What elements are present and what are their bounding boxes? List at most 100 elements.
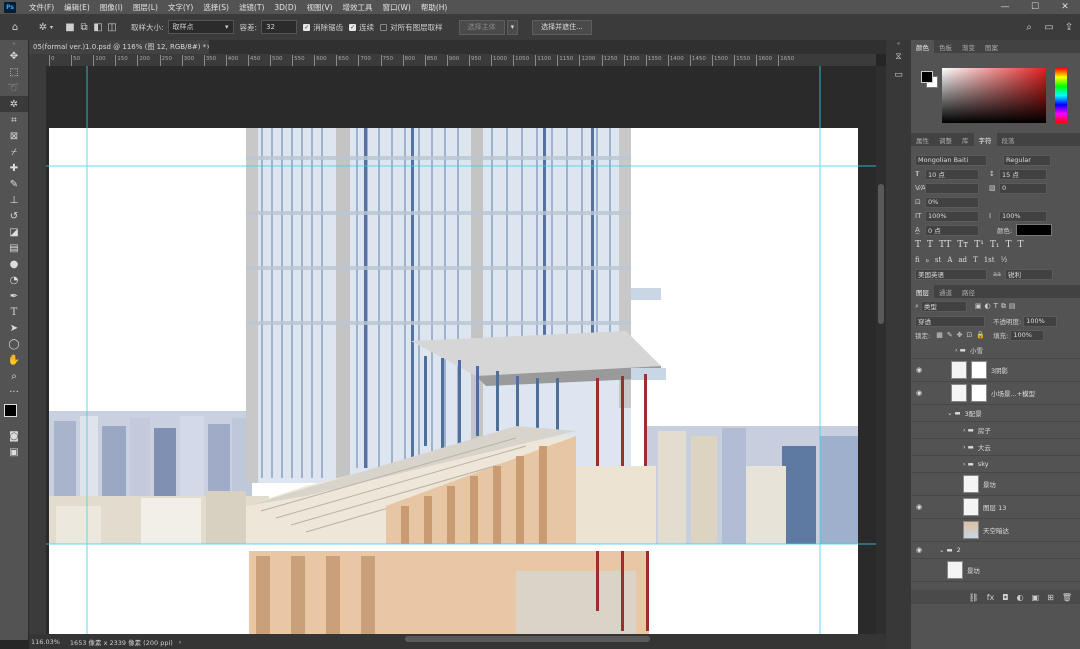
intersect-selection-icon[interactable]: ◫ [105, 20, 119, 34]
subtract-selection-icon[interactable]: ◧ [91, 20, 105, 34]
layer-row[interactable]: ◉ 小场景...+模型 [911, 382, 1080, 405]
menu-filter[interactable]: 滤镜(T) [234, 2, 269, 13]
layer-group-row[interactable]: › ▬ sky [911, 456, 1080, 473]
contiguous-checkbox[interactable]: ✓ [349, 23, 357, 31]
menu-help[interactable]: 帮助(H) [416, 2, 453, 13]
eraser-tool-icon[interactable]: ◪ [0, 224, 28, 240]
search-icon[interactable]: ⌕ [1022, 20, 1036, 34]
underline-button[interactable]: T [1005, 240, 1011, 250]
strikethrough-button[interactable]: T [1017, 240, 1023, 250]
foreground-color-swatch[interactable] [4, 404, 17, 417]
layer-filter-icons[interactable]: ▣◐T⧉▤ [975, 302, 1019, 311]
blur-tool-icon[interactable]: ● [0, 256, 28, 272]
tab-libraries[interactable]: 库 [957, 133, 974, 146]
layer-row[interactable]: 天空暗达 [911, 519, 1080, 542]
tab-patterns[interactable]: 图案 [980, 40, 1003, 53]
menu-window[interactable]: 窗口(W) [378, 2, 416, 13]
menu-layer[interactable]: 图层(L) [128, 2, 163, 13]
tab-color[interactable]: 颜色 [911, 40, 934, 53]
layer-kind-select[interactable]: 类型 [920, 300, 967, 312]
document-canvas[interactable] [46, 66, 876, 634]
layer-row[interactable]: 景坊 [911, 559, 1080, 582]
fractions-button[interactable]: ½ [1001, 256, 1008, 264]
layer-group-row[interactable]: › ▬ 大云 [911, 439, 1080, 456]
tab-properties[interactable]: 属性 [911, 133, 934, 146]
clone-stamp-tool-icon[interactable]: ⊥ [0, 192, 28, 208]
scrollbar-thumb[interactable] [878, 184, 884, 324]
healing-brush-tool-icon[interactable]: ✚ [0, 160, 28, 176]
workspace-icon[interactable]: ▭ [1042, 20, 1056, 34]
comments-icon[interactable]: ▭ [886, 66, 911, 84]
contextual-alt-button[interactable]: ℴ [926, 256, 929, 264]
collapse-icon[interactable]: « [886, 40, 911, 48]
fx-icon[interactable]: fx [987, 593, 995, 602]
brush-tool-icon[interactable]: ✎ [0, 176, 28, 192]
horizontal-scale-input[interactable]: 100% [999, 210, 1047, 222]
shape-tool-icon[interactable]: ◯ [0, 336, 28, 352]
tab-swatches[interactable]: 色板 [934, 40, 957, 53]
eye-icon[interactable]: ◉ [911, 366, 927, 374]
link-layers-icon[interactable]: ⛓ [969, 593, 979, 602]
menu-plugins[interactable]: 增效工具 [338, 2, 378, 13]
sample-size-select[interactable]: 取样点 ▾ [167, 20, 234, 34]
pen-tool-icon[interactable]: ✒ [0, 288, 28, 304]
menu-view[interactable]: 视图(V) [302, 2, 338, 13]
eye-icon[interactable]: ◉ [911, 503, 927, 511]
quick-mask-icon[interactable]: ◙ [0, 428, 28, 444]
tsume-input[interactable]: 0% [925, 196, 979, 208]
new-selection-icon[interactable]: ■ [63, 20, 77, 34]
color-picker-field[interactable] [942, 68, 1046, 123]
lock-icons[interactable]: ▦✎✥⊡🔒 [936, 331, 989, 339]
titling-alt-button[interactable]: T [973, 256, 978, 264]
collapse-icon[interactable]: » [0, 40, 28, 48]
small-caps-button[interactable]: Tт [957, 240, 968, 250]
tab-adjustments[interactable]: 调整 [934, 133, 957, 146]
fill-input[interactable]: 100% [1010, 329, 1045, 341]
magic-wand-tool-preset-icon[interactable]: ✲ [36, 20, 50, 34]
new-group-icon[interactable]: ▣ [1032, 593, 1040, 602]
menu-edit[interactable]: 编辑(E) [59, 2, 95, 13]
trash-icon[interactable]: 🗑 [1062, 593, 1072, 602]
subscript-button[interactable]: T₁ [990, 240, 1000, 250]
share-icon[interactable]: ⇪ [1062, 20, 1076, 34]
text-color-swatch[interactable] [1016, 224, 1053, 236]
select-and-mask-button[interactable]: 选择并遮住... [532, 19, 592, 35]
tab-character[interactable]: 字符 [973, 133, 997, 146]
menu-image[interactable]: 图像(I) [95, 2, 128, 13]
adjustment-layer-icon[interactable]: ◐ [1017, 593, 1024, 602]
dodge-tool-icon[interactable]: ◔ [0, 272, 28, 288]
gradient-tool-icon[interactable]: ▤ [0, 240, 28, 256]
tab-channels[interactable]: 通道 [934, 285, 957, 298]
layer-row[interactable]: ◉ 图层 13 [911, 496, 1080, 519]
tab-gradients[interactable]: 渐变 [957, 40, 980, 53]
layer-row[interactable]: ◉ 3阴影 [911, 359, 1080, 382]
chevron-down-icon[interactable]: ▾ [506, 19, 519, 35]
font-family-select[interactable]: Mongolian Baiti [915, 154, 987, 166]
menu-select[interactable]: 选择(S) [198, 2, 234, 13]
kerning-input[interactable] [925, 182, 979, 194]
ordinals-button[interactable]: 1st [984, 256, 995, 264]
history-brush-tool-icon[interactable]: ↺ [0, 208, 28, 224]
swash-button[interactable]: A [947, 256, 952, 264]
home-icon[interactable]: ⌂ [8, 20, 22, 34]
foreground-color-swatch[interactable] [921, 71, 933, 83]
layer-row[interactable]: 景坊 [911, 473, 1080, 496]
horizontal-scrollbar-thumb[interactable] [405, 636, 650, 642]
eye-icon[interactable]: ◉ [911, 546, 927, 554]
type-tool-icon[interactable]: T [0, 304, 28, 320]
layer-group-row[interactable]: ⌄ ▬ 3配景 [911, 405, 1080, 422]
superscript-button[interactable]: T¹ [974, 240, 984, 250]
vertical-scrollbar[interactable] [876, 66, 886, 634]
vertical-scale-input[interactable]: 100% [925, 210, 979, 222]
status-menu-icon[interactable]: › [179, 638, 182, 646]
leading-input[interactable]: 15 点 [999, 168, 1047, 180]
menu-3d[interactable]: 3D(D) [269, 3, 301, 12]
path-selection-tool-icon[interactable]: ➤ [0, 320, 28, 336]
layer-group-row[interactable]: ◉ ⌄ ▬ 2 [911, 542, 1080, 559]
tab-paragraph[interactable]: 段落 [997, 133, 1020, 146]
hue-slider[interactable] [1055, 68, 1067, 123]
screen-mode-icon[interactable]: ▣ [0, 444, 28, 460]
blend-mode-select[interactable]: 穿透 [915, 315, 985, 327]
new-layer-icon[interactable]: ⊞ [1047, 593, 1054, 602]
stylistic-alt-button[interactable]: ad [958, 256, 967, 264]
